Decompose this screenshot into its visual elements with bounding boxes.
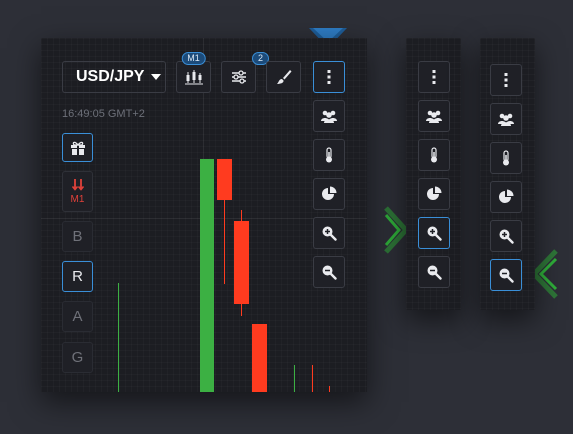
- social-trading-button[interactable]: [490, 103, 522, 135]
- zoom-out-button[interactable]: [313, 256, 345, 288]
- drawing-tools-button[interactable]: [266, 61, 301, 93]
- more-vertical-icon: [327, 70, 331, 84]
- more-vertical-icon: [432, 70, 436, 84]
- signals-timeframe-button[interactable]: M1: [62, 171, 93, 212]
- indicators-button[interactable]: 2: [221, 52, 269, 93]
- currency-pair-select[interactable]: USD/JPY: [62, 61, 166, 93]
- letter-button-a[interactable]: A: [62, 301, 93, 332]
- thermometer-icon: [326, 147, 332, 163]
- currency-pair-label: USD/JPY: [76, 68, 145, 85]
- more-menu-button[interactable]: [418, 61, 450, 93]
- letter-r-label: R: [72, 268, 83, 285]
- candle-wick: [118, 283, 119, 392]
- gift-button[interactable]: [62, 133, 93, 162]
- letter-b-label: B: [72, 228, 83, 245]
- candle-wick: [312, 365, 313, 392]
- candles-icon: [184, 70, 203, 85]
- letter-button-b[interactable]: B: [62, 221, 93, 252]
- zoom-in-icon: [499, 229, 514, 244]
- side-toolbar-zoom-in-state: [406, 38, 461, 310]
- sentiment-button[interactable]: [313, 139, 345, 171]
- people-icon: [426, 110, 442, 123]
- statistics-button[interactable]: [490, 181, 522, 213]
- candle: [200, 159, 214, 392]
- zoom-in-button[interactable]: [418, 217, 450, 249]
- zoom-out-icon: [322, 265, 337, 280]
- more-menu-button[interactable]: [313, 61, 345, 93]
- candle: [234, 221, 249, 304]
- pie-chart-icon: [427, 186, 442, 200]
- more-menu-button[interactable]: [490, 64, 522, 96]
- statistics-button[interactable]: [418, 178, 450, 210]
- more-vertical-icon: [504, 73, 508, 87]
- chart-panel[interactable]: USD/JPY M1 2 16:49:05 GMT+2 M1 B R A G: [41, 38, 367, 392]
- arrows-down-icon: [71, 178, 84, 191]
- people-icon: [498, 113, 514, 126]
- candle-wick: [294, 365, 295, 392]
- pie-chart-icon: [499, 189, 514, 203]
- letter-a-label: A: [72, 308, 83, 325]
- zoom-out-icon: [499, 268, 514, 283]
- zoom-in-icon: [427, 226, 442, 241]
- social-trading-button[interactable]: [313, 100, 345, 132]
- zoom-in-button[interactable]: [490, 220, 522, 252]
- thermometer-icon: [431, 147, 437, 163]
- letter-button-r[interactable]: R: [62, 261, 93, 292]
- brush-icon: [276, 70, 291, 84]
- sentiment-button[interactable]: [418, 139, 450, 171]
- social-trading-button[interactable]: [418, 100, 450, 132]
- sliders-icon: [231, 70, 246, 84]
- candle: [217, 159, 232, 200]
- zoom-in-button[interactable]: [313, 217, 345, 249]
- chevron-down-icon: [151, 74, 162, 80]
- sentiment-button[interactable]: [490, 142, 522, 174]
- zoom-out-button[interactable]: [418, 256, 450, 288]
- gift-icon: [70, 141, 85, 155]
- chart-type-badge: M1: [181, 52, 206, 65]
- pie-chart-icon: [322, 186, 337, 200]
- people-icon: [321, 110, 337, 123]
- statistics-button[interactable]: [313, 178, 345, 210]
- server-time: 16:49:05 GMT+2: [62, 108, 145, 120]
- candle: [252, 324, 267, 392]
- letter-g-label: G: [71, 349, 84, 366]
- signals-timeframe-label: M1: [70, 193, 85, 205]
- zoom-out-button[interactable]: [490, 259, 522, 291]
- letter-button-g[interactable]: G: [62, 342, 93, 373]
- thermometer-icon: [503, 150, 509, 166]
- chart-type-button[interactable]: M1: [176, 52, 211, 93]
- zoom-out-icon: [427, 265, 442, 280]
- side-toolbar-zoom-out-state: [480, 38, 535, 310]
- zoom-in-icon: [322, 226, 337, 241]
- candle-wick: [329, 386, 330, 392]
